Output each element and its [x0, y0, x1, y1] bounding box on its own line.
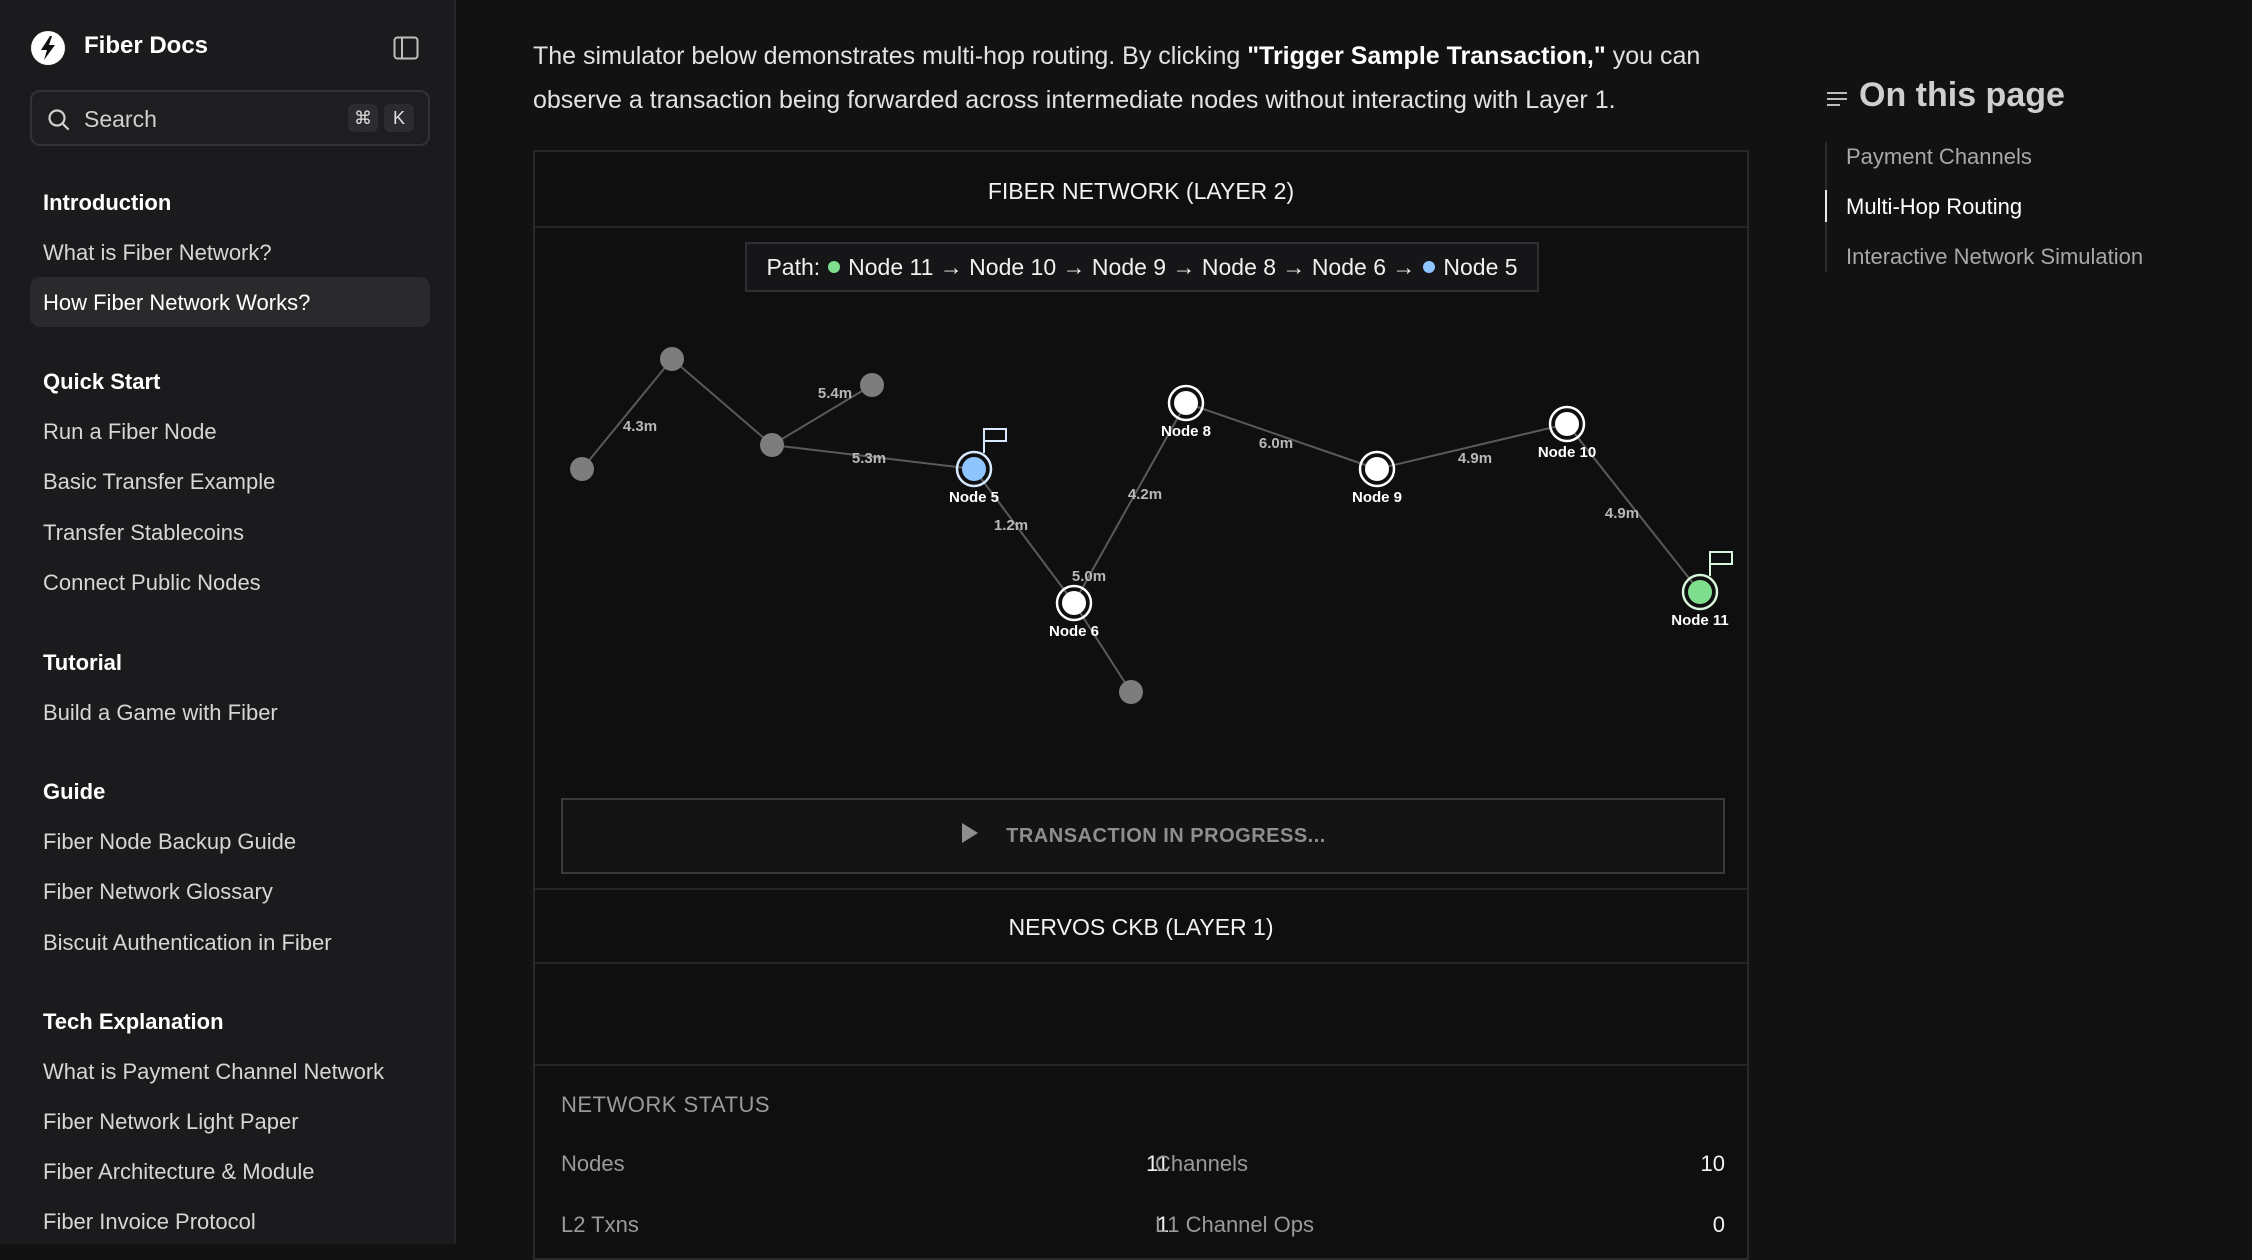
fiber-logo-icon[interactable] — [30, 30, 66, 66]
edge-label: 6.0m — [1259, 435, 1293, 452]
transaction-button-label: TRANSACTION IN PROGRESS... — [1006, 824, 1326, 847]
l1-channel-ops-value: 0 — [1712, 1212, 1725, 1237]
l1-channel-ops-label: L1 Channel Ops — [1155, 1212, 1314, 1237]
edge-label: 5.4m — [818, 385, 852, 402]
network-node — [1365, 457, 1389, 481]
nav-item-biscuit-auth[interactable]: Biscuit Authentication in Fiber — [43, 930, 332, 956]
network-node — [1119, 680, 1143, 704]
network-status-heading: NETWORK STATUS — [561, 1092, 771, 1117]
intro-text-start: The simulator below demonstrates multi-h… — [533, 42, 1248, 70]
nav-item-backup-guide[interactable]: Fiber Node Backup Guide — [43, 829, 296, 855]
node-label: Node 11 — [1671, 612, 1729, 629]
status-divider — [535, 1064, 1747, 1066]
node-label: Node 8 — [1161, 423, 1211, 440]
search-box[interactable]: ⌘ K — [30, 90, 430, 146]
network-simulator: FIBER NETWORK (LAYER 2) Path: Node 11 → … — [533, 150, 1749, 1260]
nav-item-build-game[interactable]: Build a Game with Fiber — [43, 700, 278, 726]
channels-label: Channels — [1155, 1151, 1248, 1176]
edge-label: 5.3m — [852, 450, 886, 467]
intro-paragraph: The simulator below demonstrates multi-h… — [533, 34, 1763, 122]
layer1-divider — [535, 962, 1747, 964]
network-node — [760, 433, 784, 457]
network-node — [1555, 412, 1579, 436]
path-end-dot — [1423, 261, 1436, 273]
toc-list-icon — [1826, 90, 1848, 108]
shortcut-k-key: K — [384, 104, 414, 132]
nodes-label: Nodes — [561, 1151, 625, 1176]
search-icon — [46, 107, 72, 133]
toc-item-interactive-simulation[interactable]: Interactive Network Simulation — [1846, 244, 2143, 270]
layer-divider — [535, 888, 1747, 890]
nav-section-quick-start[interactable]: Quick Start — [43, 369, 160, 395]
network-node — [962, 457, 986, 481]
channels-value: 10 — [1700, 1151, 1725, 1176]
nav-item-run-node[interactable]: Run a Fiber Node — [43, 419, 217, 445]
search-input[interactable] — [82, 92, 336, 146]
nav-item-architecture[interactable]: Fiber Architecture & Module — [43, 1159, 314, 1185]
intro-text-bold: "Trigger Sample Transaction," — [1247, 42, 1606, 70]
layer2-divider — [535, 226, 1747, 228]
edge-label: 4.3m — [623, 418, 657, 435]
network-node — [1174, 391, 1198, 415]
nav-section-tutorial[interactable]: Tutorial — [43, 650, 122, 676]
edge-label: 1.2m — [994, 517, 1028, 534]
flag-icon — [983, 428, 1007, 442]
node-label: Node 6 — [1049, 623, 1099, 640]
nav-section-tech-explanation[interactable]: Tech Explanation — [43, 1009, 224, 1035]
channel-edge — [581, 358, 673, 470]
nav-item-payment-channel-network[interactable]: What is Payment Channel Network — [43, 1059, 384, 1085]
network-node — [570, 457, 594, 481]
toc-item-payment-channels[interactable]: Payment Channels — [1846, 144, 2032, 170]
nav-item-connect-public-nodes[interactable]: Connect Public Nodes — [43, 570, 261, 596]
node-label: Node 5 — [949, 489, 999, 506]
path-text: Node 11 → Node 10 → Node 9 → Node 8 → No… — [848, 253, 1416, 280]
network-graph: 4.3m 5.4m 5.3m 1.2m 5.0m 4.2m 6.0m 4.9m 4.9m Node… — [570, 347, 1733, 704]
node-label: Node 10 — [1538, 444, 1596, 461]
nav-item-what-is-fiber[interactable]: What is Fiber Network? — [43, 240, 272, 266]
network-node — [860, 373, 884, 397]
path-label: Path: — [766, 253, 821, 280]
sidebar-toggle-icon[interactable] — [393, 36, 419, 60]
channel-edge — [671, 358, 773, 446]
network-node — [1688, 580, 1712, 604]
toc-title: On this page — [1859, 76, 2065, 114]
node-label: Node 9 — [1352, 489, 1402, 506]
edge-label: 4.9m — [1458, 450, 1492, 467]
flag-icon — [1709, 551, 1733, 565]
nav-item-how-fiber-works[interactable]: How Fiber Network Works? — [43, 290, 310, 316]
brand-name[interactable]: Fiber Docs — [84, 32, 208, 60]
network-node — [660, 347, 684, 371]
sidebar: Fiber Docs ⌘ K Introduction What is Fibe… — [0, 0, 456, 1244]
edge-label: 4.2m — [1128, 486, 1162, 503]
transaction-button[interactable]: TRANSACTION IN PROGRESS... — [561, 798, 1725, 874]
layer1-title: NERVOS CKB (LAYER 1) — [1008, 914, 1274, 940]
nav-item-light-paper[interactable]: Fiber Network Light Paper — [43, 1109, 299, 1135]
shortcut-cmd-key: ⌘ — [348, 104, 378, 132]
route-path-display: Path: Node 11 → Node 10 → Node 9 → Node … — [745, 242, 1539, 292]
nav-section-guide[interactable]: Guide — [43, 779, 105, 805]
edge-label: 4.9m — [1605, 505, 1639, 522]
path-end-node: Node 5 — [1443, 253, 1518, 280]
toc-active-marker — [1825, 190, 1827, 222]
l2-txns-label: L2 Txns — [561, 1212, 639, 1237]
edge-label: 5.0m — [1072, 568, 1106, 585]
layer2-title: FIBER NETWORK (LAYER 2) — [987, 178, 1295, 204]
nav-item-basic-transfer[interactable]: Basic Transfer Example — [43, 469, 275, 495]
toc-item-multi-hop-routing[interactable]: Multi-Hop Routing — [1846, 194, 2022, 220]
nav-item-invoice-protocol[interactable]: Fiber Invoice Protocol — [43, 1209, 256, 1235]
nav-item-glossary[interactable]: Fiber Network Glossary — [43, 879, 273, 905]
nav-section-introduction[interactable]: Introduction — [43, 190, 171, 216]
play-icon — [960, 822, 980, 850]
nav-item-transfer-stablecoins[interactable]: Transfer Stablecoins — [43, 520, 244, 546]
path-start-dot — [828, 261, 841, 273]
network-node — [1062, 591, 1086, 615]
